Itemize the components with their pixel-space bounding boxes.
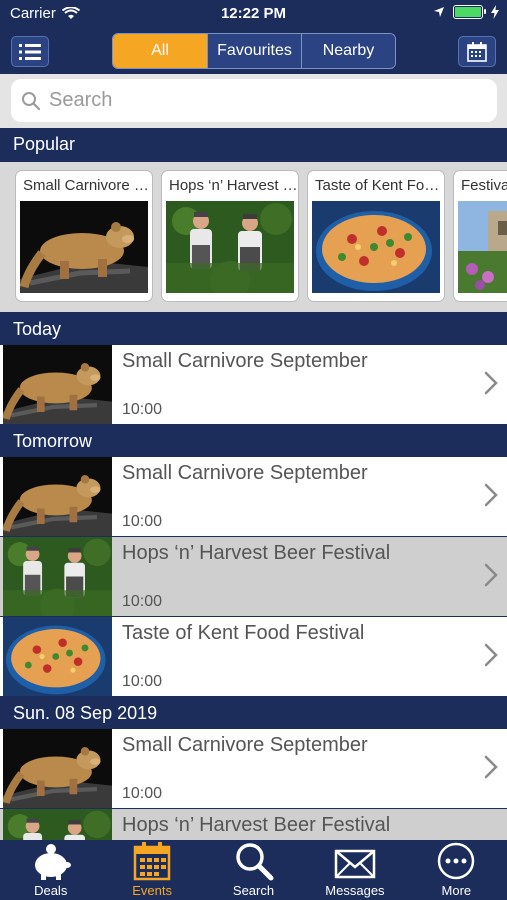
calendar-icon [467,41,487,62]
popular-card[interactable]: Festival [453,170,507,302]
popular-card[interactable]: Taste of Kent Food Festival [307,170,445,302]
status-bar: Carrier 12:22 PM [0,0,507,28]
carnivore-image [3,729,112,808]
event-row[interactable]: Hops ‘n’ Harvest Beer Festival 10:00 [0,537,507,616]
event-title: Hops ‘n’ Harvest Beer Festival [122,814,391,836]
event-row[interactable]: Small Carnivore September 10:00 [0,457,507,536]
calendar-button[interactable] [458,36,496,67]
tab-bar: Deals Events Search Messages More [0,840,507,900]
farmers-image [3,537,112,616]
tab-label: Events [132,883,172,898]
battery-icon [453,5,486,19]
piggy-bank-icon [34,844,71,880]
segment-nearby[interactable]: Nearby [302,34,395,68]
chevron-right-icon [484,755,498,779]
event-title: Small Carnivore September [122,734,368,756]
tab-search[interactable]: Search [203,840,304,900]
tab-events[interactable]: Events [101,840,202,900]
section-header-today: Today [0,313,507,345]
farmers-image [166,201,294,293]
tab-label: Search [232,883,275,898]
event-time: 10:00 [122,401,163,418]
food-image [3,617,112,696]
event-title: Small Carnivore September [122,462,368,484]
search-bar-container: Search [0,74,507,128]
popular-carousel[interactable]: Small Carnivore September Hops ‘n’ Harve… [0,162,507,312]
charging-bolt-icon [491,5,499,19]
list-menu-button[interactable] [11,36,49,67]
farmers-image [3,809,112,840]
food-image [312,201,440,293]
event-row[interactable]: Small Carnivore September 10:00 [0,729,507,808]
search-input[interactable]: Search [11,79,497,122]
search-icon [22,91,41,110]
event-time: 10:00 [122,673,163,690]
location-arrow-icon [434,7,444,17]
event-title: Small Carnivore September [122,350,368,372]
section-header-tomorrow: Tomorrow [0,425,507,457]
chevron-right-icon [484,371,498,395]
segment-favourites[interactable]: Favourites [208,34,302,68]
chevron-right-icon [484,483,498,507]
section-header-date: Sun. 08 Sep 2019 [0,697,507,729]
event-row[interactable]: Hops ‘n’ Harvest Beer Festival [0,809,507,840]
carnivore-image [20,201,148,293]
popular-card[interactable]: Hops ‘n’ Harvest Beer Festival [161,170,299,302]
segment-all[interactable]: All [113,34,208,68]
search-placeholder: Search [49,89,113,111]
list-icon [19,43,41,60]
tab-label: Deals [34,883,68,898]
filter-segmented-control: All Favourites Nearby [112,33,396,69]
status-time: 12:22 PM [220,5,287,22]
envelope-icon [334,849,376,879]
garden-image [458,201,507,293]
carnivore-image [3,345,112,424]
more-icon [438,842,475,880]
tab-more[interactable]: More [406,840,507,900]
tab-deals[interactable]: Deals [0,840,101,900]
chevron-right-icon [484,643,498,667]
event-time: 10:00 [122,785,163,802]
section-header-popular: Popular [0,128,507,160]
calendar-icon [133,842,171,881]
popular-card-title: Festival [461,177,507,194]
popular-card-title: Small Carnivore September [23,177,152,194]
popular-card-title: Taste of Kent Food Festival [315,177,444,194]
popular-card-title: Hops ‘n’ Harvest Beer Festival [169,177,298,194]
tab-label: Messages [325,883,385,898]
popular-card[interactable]: Small Carnivore September [15,170,153,302]
tab-label: More [441,883,472,898]
chevron-right-icon [484,563,498,587]
nav-bar: All Favourites Nearby [0,28,507,74]
carnivore-image [3,457,112,536]
event-time: 10:00 [122,593,163,610]
event-row[interactable]: Taste of Kent Food Festival 10:00 [0,617,507,696]
event-title: Hops ‘n’ Harvest Beer Festival [122,542,391,564]
search-icon [235,843,274,881]
tab-messages[interactable]: Messages [304,840,405,900]
event-title: Taste of Kent Food Festival [122,622,365,644]
event-row[interactable]: Small Carnivore September 10:00 [0,345,507,424]
status-right [433,5,499,19]
event-time: 10:00 [122,513,163,530]
